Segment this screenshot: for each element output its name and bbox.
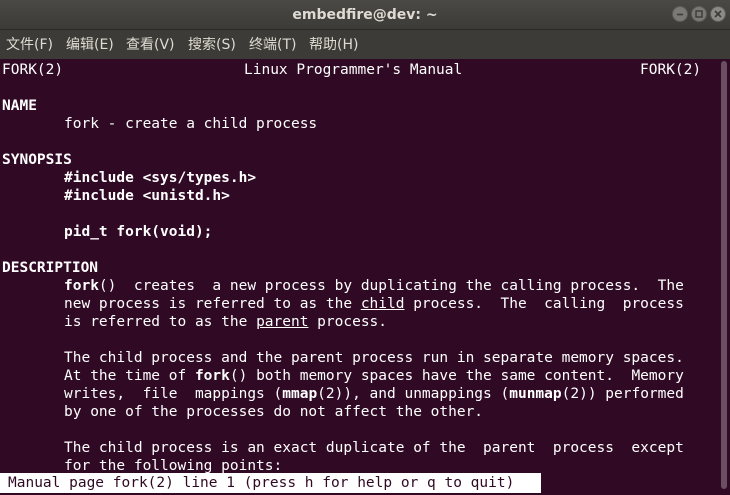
maximize-button[interactable]: [691, 6, 707, 22]
description-line: The child process and the parent process…: [64, 350, 684, 366]
fork-keyword: fork: [64, 278, 99, 294]
synopsis-prototype: pid_t fork(void);: [64, 224, 213, 240]
section-description-heading: DESCRIPTION: [2, 260, 99, 276]
synopsis-include-2: #include <unistd.h>: [64, 188, 230, 204]
description-line: fork() creates a new process by duplicat…: [64, 277, 684, 295]
terminal-window: embedfire@dev: ~ 文件(F) 编辑(E) 查看(V) 搜索(S)…: [0, 0, 730, 495]
menu-bar: 文件(F) 编辑(E) 查看(V) 搜索(S) 终端(T) 帮助(H): [0, 30, 730, 59]
synopsis-include-1: #include <sys/types.h>: [64, 170, 257, 186]
maximize-icon: [695, 10, 703, 18]
description-line: new process is referred to as the child …: [64, 295, 684, 313]
terminal-area[interactable]: FORK(2) Linux Programmer's Manual FORK(2…: [0, 59, 718, 495]
close-button[interactable]: [710, 6, 726, 22]
name-text: fork - create a child process: [64, 116, 318, 132]
man-header-right: FORK(2): [640, 62, 702, 78]
section-synopsis-heading: SYNOPSIS: [2, 152, 72, 168]
text-run: process. The calling process: [404, 296, 684, 312]
minimize-button[interactable]: [672, 6, 688, 22]
description-line: The child process is an exact duplicate …: [64, 440, 684, 456]
description-line: is referred to as the parent process.: [64, 313, 387, 331]
menu-help[interactable]: 帮助(H): [309, 30, 358, 59]
description-line: by one of the processes do not affect th…: [64, 404, 484, 420]
close-icon: [714, 10, 722, 18]
munmap-keyword: munmap: [509, 386, 562, 402]
menu-search[interactable]: 搜索(S): [188, 30, 236, 59]
section-name-heading: NAME: [2, 98, 37, 114]
text-run: (2)), and unmappings (: [317, 386, 510, 402]
terminal-scrollbar[interactable]: [718, 59, 730, 495]
text-run: (2)) performed: [561, 386, 684, 402]
pager-status-line: Manual page fork(2) line 1 (press h for …: [0, 473, 541, 493]
menu-view[interactable]: 查看(V): [126, 30, 175, 59]
child-term: child: [360, 296, 405, 312]
man-header-left: FORK(2): [2, 62, 64, 78]
description-line: writes, file mappings (mmap(2)), and unm…: [64, 385, 684, 403]
scrollbar-thumb[interactable]: [721, 61, 727, 489]
text-run: At the time of: [64, 368, 195, 384]
menu-file[interactable]: 文件(F): [6, 30, 53, 59]
parent-term: parent: [256, 314, 309, 330]
text-run: () creates a new process by duplicating …: [98, 278, 684, 294]
minimize-icon: [677, 13, 683, 16]
man-header-center: Linux Programmer's Manual: [244, 62, 463, 78]
text-run: writes, file mappings (: [64, 386, 283, 402]
text-run: () both memory spaces have the same cont…: [229, 368, 684, 384]
mmap-keyword: mmap: [282, 386, 318, 402]
description-line: At the time of fork() both memory spaces…: [64, 367, 684, 385]
text-run: is referred to as the: [64, 314, 257, 330]
menu-edit[interactable]: 编辑(E): [66, 30, 114, 59]
fork-keyword: fork: [194, 368, 230, 384]
menu-terminal[interactable]: 终端(T): [249, 30, 296, 59]
window-title: embedfire@dev: ~: [292, 7, 438, 23]
title-bar[interactable]: embedfire@dev: ~: [0, 0, 730, 30]
text-run: new process is referred to as the: [64, 296, 361, 312]
text-run: process.: [308, 314, 388, 330]
